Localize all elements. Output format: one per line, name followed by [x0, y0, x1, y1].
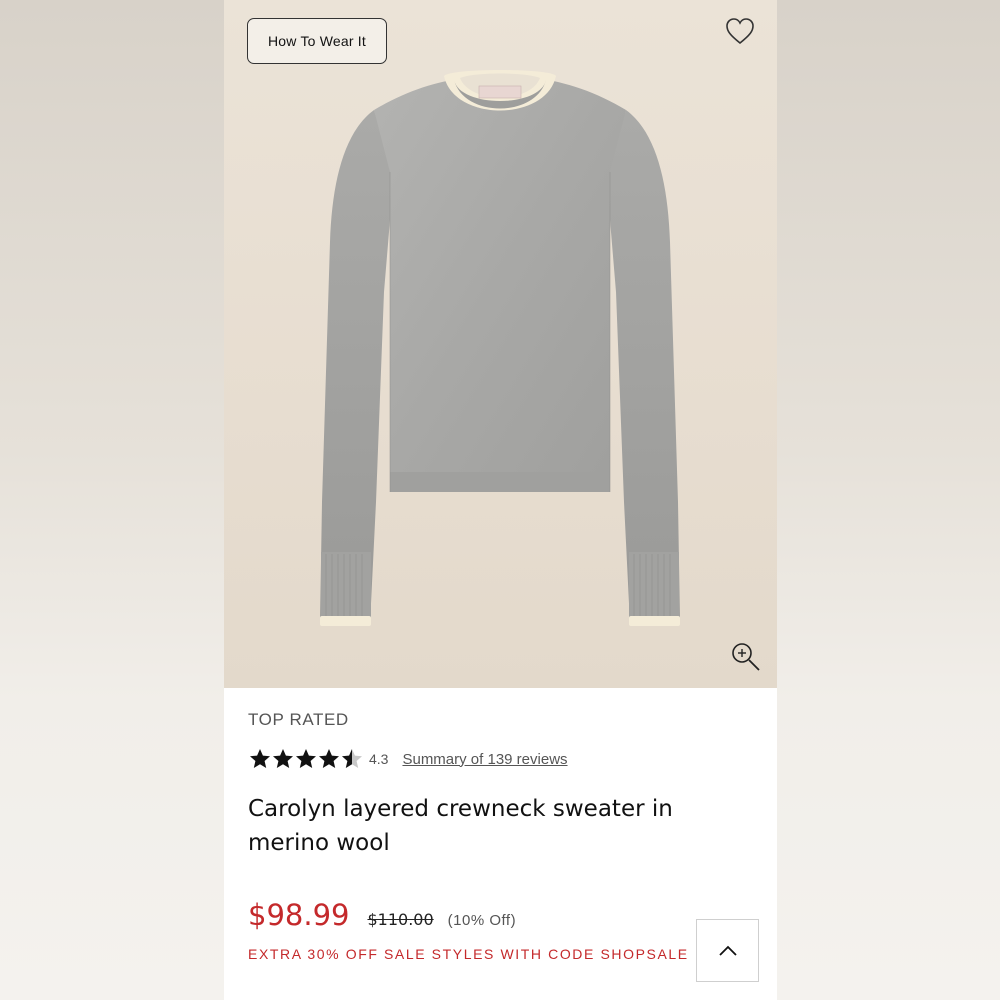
scroll-to-top-button[interactable] [696, 919, 759, 982]
sale-price: $98.99 [248, 898, 350, 932]
price-row: $98.99 $110.00 (10% Off) [248, 898, 516, 932]
chevron-up-icon [718, 945, 737, 956]
star-icon [250, 749, 270, 768]
how-to-wear-button[interactable]: How To Wear It [247, 18, 387, 64]
star-rating [248, 747, 363, 771]
product-title: Carolyn layered crewneck sweater in meri… [248, 796, 673, 856]
reviews-summary-link[interactable]: Summary of 139 reviews [402, 751, 567, 768]
promo-message: EXTRA 30% OFF SALE STYLES WITH CODE SHOP… [248, 946, 689, 962]
rating-value: 4.3 [369, 751, 389, 767]
partial-star-icon [342, 749, 362, 768]
heart-icon[interactable] [724, 16, 756, 46]
rating-row: 4.3 Summary of 139 reviews [248, 746, 568, 772]
background-left [0, 0, 224, 1000]
sweater-image [320, 70, 680, 626]
zoom-in-icon[interactable] [729, 640, 763, 674]
star-icon [296, 749, 316, 768]
original-price: $110.00 [367, 910, 434, 929]
star-icon [273, 749, 293, 768]
product-image-area: How To Wear It [224, 0, 777, 688]
star-icon [319, 749, 339, 768]
top-rated-badge: TOP RATED [248, 710, 349, 729]
background-right [777, 0, 1000, 1000]
product-screen: How To Wear It TOP RATED 4.3 Summary of … [224, 0, 777, 1000]
discount-label: (10% Off) [447, 912, 517, 929]
